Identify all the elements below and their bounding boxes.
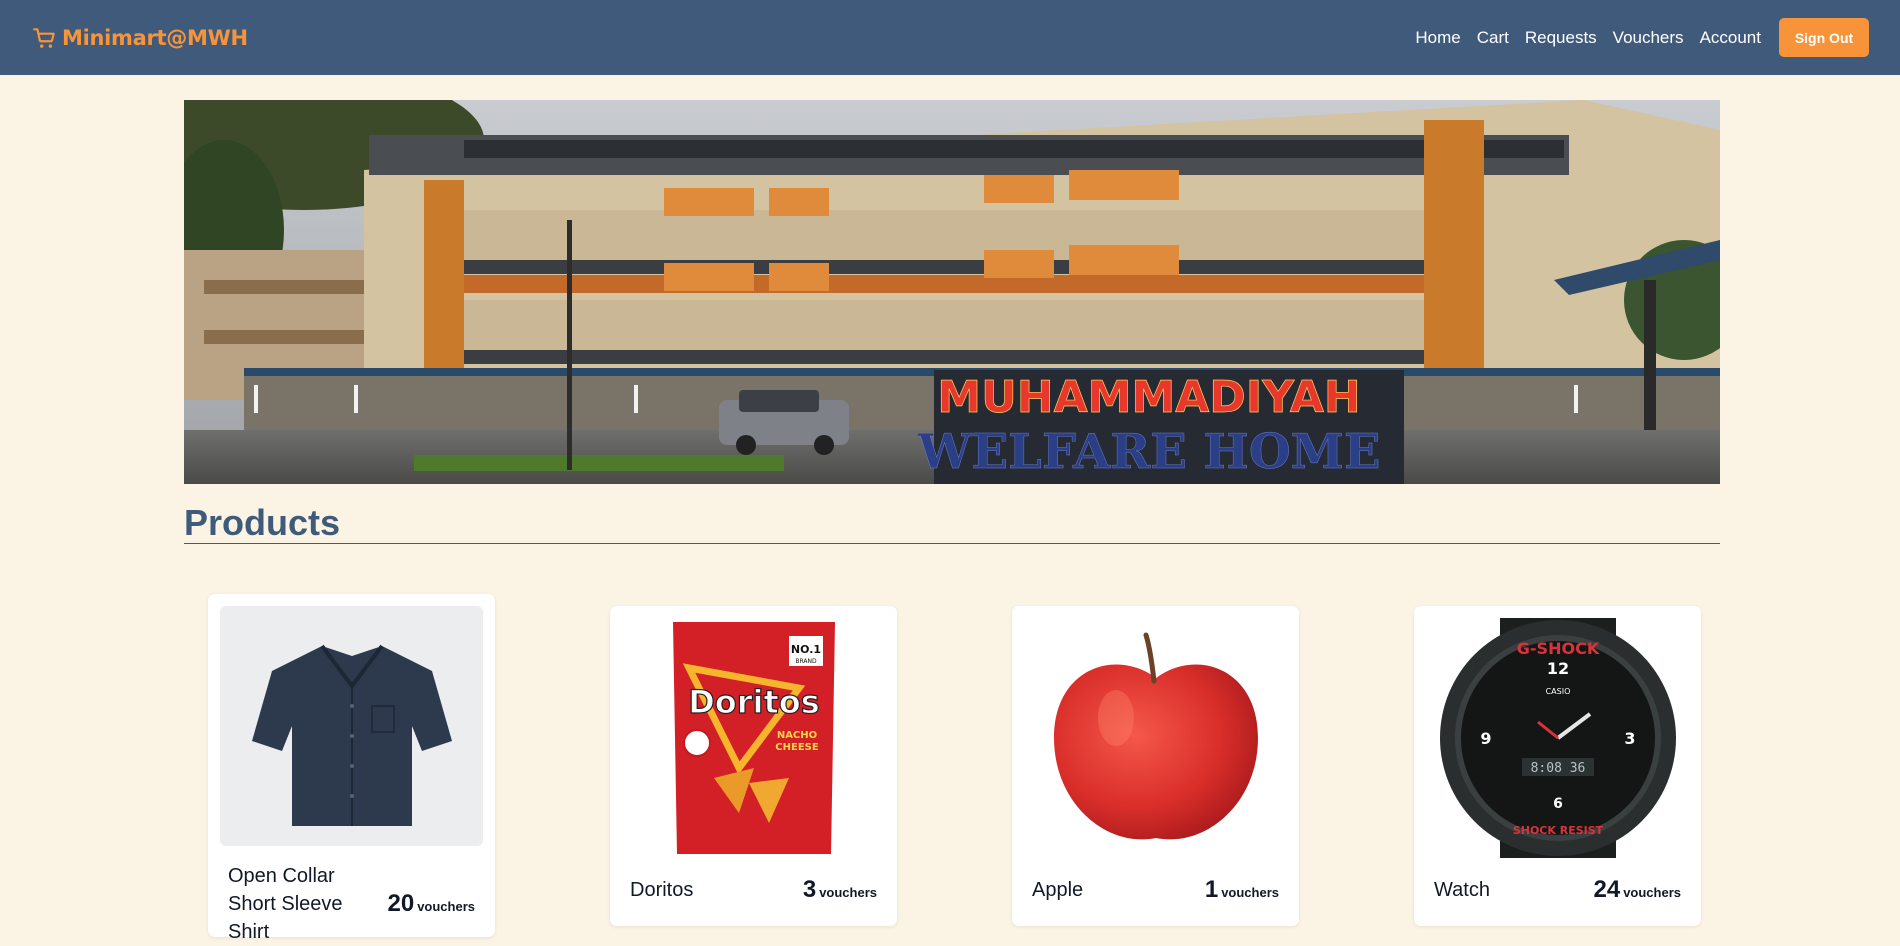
brand-name: Minimart@MWH xyxy=(62,25,248,50)
bag-brand-text: Doritos xyxy=(688,683,820,721)
sign-out-button[interactable]: Sign Out xyxy=(1779,18,1869,57)
watch-3: 3 xyxy=(1624,729,1635,748)
bag-flavor-text-1: NACHO xyxy=(776,730,816,741)
product-image-shirt xyxy=(220,606,483,846)
watch-digital-display: 8:08 36 xyxy=(1530,761,1585,776)
watch-sub-text: CASIO xyxy=(1545,687,1570,696)
nav-account[interactable]: Account xyxy=(1700,28,1761,48)
price-unit: vouchers xyxy=(417,899,475,914)
price-value: 20 xyxy=(387,890,415,917)
nav-links: Home Cart Requests Vouchers Account Sign… xyxy=(1415,18,1869,57)
product-price: 24 vouchers xyxy=(1593,876,1681,904)
top-navbar: Minimart@MWH Home Cart Requests Vouchers… xyxy=(0,0,1900,75)
price-unit: vouchers xyxy=(819,885,877,900)
bag-badge-text-1: NO.1 xyxy=(790,643,820,656)
products-heading: Products xyxy=(184,502,341,543)
watch-brand-text: G-SHOCK xyxy=(1516,639,1599,658)
banner-sign-line2: WELFARE HOME xyxy=(917,424,1381,480)
nav-requests[interactable]: Requests xyxy=(1525,28,1597,48)
product-name: Watch xyxy=(1434,879,1490,901)
product-card-shirt[interactable]: Open Collar Short Sleeve Shirt 20 voucher… xyxy=(208,594,495,943)
product-price: 20 vouchers xyxy=(387,890,475,918)
price-unit: vouchers xyxy=(1623,885,1681,900)
watch-bottom-text: SHOCK RESIST xyxy=(1512,824,1603,837)
products-divider xyxy=(184,543,1720,544)
nav-vouchers[interactable]: Vouchers xyxy=(1613,28,1684,48)
product-info: Apple 1 vouchers xyxy=(1024,876,1287,904)
bag-badge-text-2: BRAND xyxy=(795,658,817,665)
product-name: Apple xyxy=(1032,879,1084,901)
hero-banner: MUHAMMADIYAH WELFARE HOME xyxy=(184,100,1720,484)
price-unit: vouchers xyxy=(1221,885,1279,900)
product-name: Doritos xyxy=(630,879,694,901)
welfare-home-building-image: MUHAMMADIYAH WELFARE HOME xyxy=(184,100,1720,484)
product-card-doritos[interactable]: Doritos NACHO CHEESE NO.1 BRAND Doritos … xyxy=(610,606,897,926)
product-info: Doritos 3 vouchers xyxy=(622,876,885,904)
price-value: 24 xyxy=(1593,876,1621,903)
product-name: Open Collar Short Sleeve Shirt xyxy=(228,865,343,943)
product-image-apple xyxy=(1024,618,1287,858)
product-card-apple[interactable]: Apple 1 vouchers xyxy=(1012,606,1299,926)
apple-image xyxy=(1053,632,1258,840)
banner-sign-line1: MUHAMMADIYAH xyxy=(937,372,1360,423)
brand-link[interactable]: Minimart@MWH xyxy=(32,25,248,51)
price-value: 3 xyxy=(802,876,817,903)
product-image-doritos: Doritos NACHO CHEESE NO.1 BRAND xyxy=(622,618,885,858)
product-card-watch[interactable]: G-SHOCK CASIO 12 3 9 6 8:08 36 SHOCK RES… xyxy=(1414,606,1701,926)
product-price: 1 vouchers xyxy=(1205,876,1279,904)
nav-cart[interactable]: Cart xyxy=(1477,28,1509,48)
shirt-image xyxy=(251,644,452,826)
bag-flavor-text-2: CHEESE xyxy=(775,742,819,753)
nav-home[interactable]: Home xyxy=(1415,28,1460,48)
price-value: 1 xyxy=(1204,876,1219,903)
product-image-watch: G-SHOCK CASIO 12 3 9 6 8:08 36 SHOCK RES… xyxy=(1426,618,1689,858)
doritos-bag-image: Doritos NACHO CHEESE NO.1 BRAND xyxy=(672,622,835,854)
watch-image: G-SHOCK CASIO 12 3 9 6 8:08 36 SHOCK RES… xyxy=(1439,618,1676,858)
watch-6: 6 xyxy=(1553,796,1563,812)
product-info: Watch 24 vouchers xyxy=(1426,876,1689,904)
watch-12: 12 xyxy=(1546,659,1568,678)
watch-9: 9 xyxy=(1480,729,1491,748)
product-info: Open Collar Short Sleeve Shirt 20 voucher… xyxy=(220,862,483,946)
product-price: 3 vouchers xyxy=(803,876,877,904)
shopping-cart-icon xyxy=(33,27,55,48)
